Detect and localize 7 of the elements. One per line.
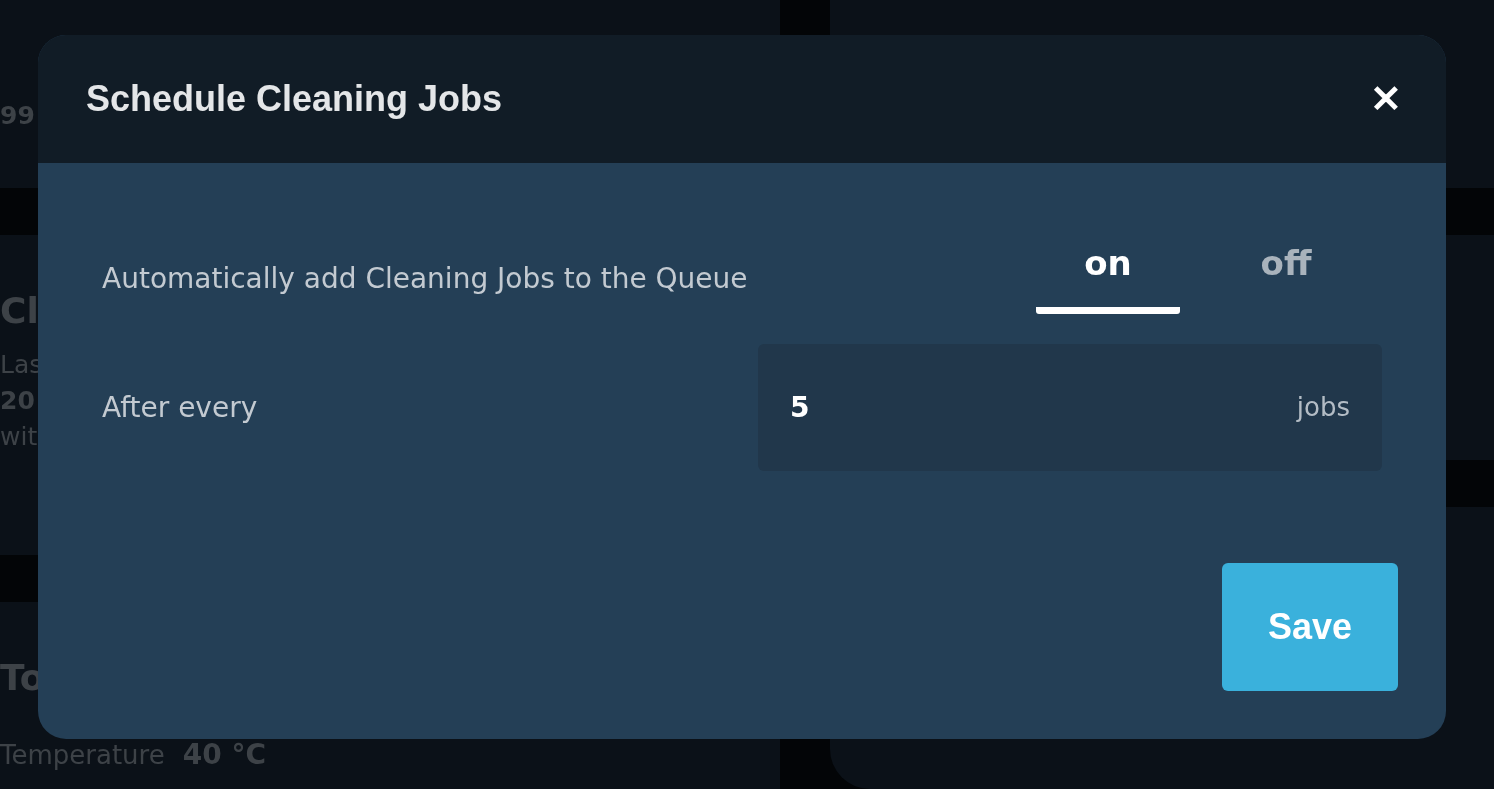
toggle-option[interactable]: off bbox=[1214, 243, 1358, 314]
setting-label: Automatically add Cleaning Jobs to the Queue bbox=[102, 262, 748, 295]
close-button[interactable]: ✕ bbox=[1370, 80, 1402, 118]
toggle-option[interactable]: on bbox=[1036, 243, 1180, 314]
dialog-title: Schedule Cleaning Jobs bbox=[86, 78, 503, 120]
setting-label: After every bbox=[102, 391, 258, 424]
unit-label: jobs bbox=[1296, 391, 1350, 423]
